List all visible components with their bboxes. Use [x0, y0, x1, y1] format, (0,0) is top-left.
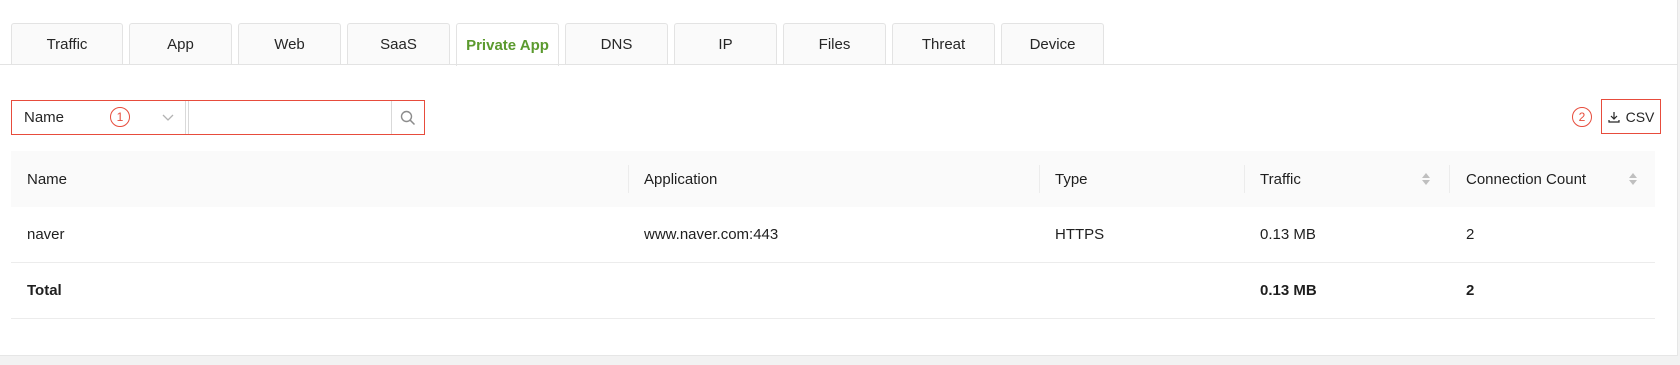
tab-label: SaaS — [380, 36, 417, 53]
table-total-row: Total 0.13 MB 2 — [11, 263, 1655, 319]
tab-traffic[interactable]: Traffic — [11, 23, 123, 65]
column-divider — [628, 165, 629, 193]
tab-web[interactable]: Web — [238, 23, 341, 65]
tab-label: App — [167, 36, 194, 53]
search-input[interactable] — [189, 101, 391, 134]
cell-application: www.naver.com:443 — [644, 226, 779, 243]
tab-files[interactable]: Files — [783, 23, 886, 65]
annotation-marker-2: 2 — [1572, 107, 1592, 127]
total-connection-count: 2 — [1466, 282, 1475, 299]
search-input-wrapper — [188, 101, 392, 134]
tab-private-app[interactable]: Private App — [456, 23, 559, 66]
download-icon — [1607, 111, 1620, 123]
column-divider — [1244, 165, 1245, 193]
column-header-traffic[interactable]: Traffic — [1260, 151, 1301, 207]
column-header-name: Name — [27, 170, 68, 188]
tab-label: Traffic — [46, 36, 88, 53]
private-app-table: Name Application Type Traffic Connection… — [11, 151, 1655, 319]
tab-ip[interactable]: IP — [674, 23, 777, 65]
chevron-down-icon — [162, 114, 174, 121]
table-row: naver www.naver.com:443 HTTPS 0.13 MB 2 — [11, 207, 1655, 263]
cell-type: HTTPS — [1055, 226, 1105, 243]
total-label: Total — [27, 282, 62, 299]
cell-connection-count: 2 — [1466, 226, 1475, 243]
table-header-row: Name Application Type Traffic Connection… — [11, 151, 1655, 207]
cell-traffic: 0.13 MB — [1260, 226, 1316, 243]
tab-label: DNS — [600, 36, 633, 53]
sort-icon[interactable] — [1628, 171, 1638, 187]
report-panel: Traffic App Web SaaS Private App DNS IP … — [0, 0, 1678, 356]
search-bar: Name 1 — [11, 100, 425, 135]
column-divider — [1449, 165, 1450, 193]
search-button[interactable] — [392, 101, 424, 134]
csv-export-button[interactable]: CSV — [1601, 99, 1661, 134]
annotation-marker-1: 1 — [110, 107, 130, 127]
search-icon — [400, 110, 416, 125]
tab-threat[interactable]: Threat — [892, 23, 995, 65]
tab-app[interactable]: App — [129, 23, 232, 65]
tab-label: Device — [1029, 36, 1076, 53]
tab-label: Web — [274, 36, 305, 53]
column-divider — [1039, 165, 1040, 193]
tab-label: Private App — [466, 36, 549, 54]
tab-bar: Traffic App Web SaaS Private App DNS IP … — [11, 23, 1110, 66]
cell-name: naver — [27, 226, 65, 243]
search-field-value: Name — [24, 109, 65, 126]
total-traffic: 0.13 MB — [1260, 282, 1317, 299]
tab-label: Threat — [921, 36, 966, 53]
search-field-select[interactable]: Name 1 — [12, 101, 186, 134]
sort-icon[interactable] — [1421, 171, 1431, 187]
csv-label: CSV — [1625, 108, 1655, 125]
column-header-application: Application — [644, 170, 718, 188]
column-header-connection-count[interactable]: Connection Count — [1466, 151, 1586, 207]
tab-saas[interactable]: SaaS — [347, 23, 450, 65]
tab-label: IP — [718, 36, 733, 53]
tab-label: Files — [818, 36, 851, 53]
tab-dns[interactable]: DNS — [565, 23, 668, 65]
tab-device[interactable]: Device — [1001, 23, 1104, 65]
column-header-type: Type — [1055, 170, 1088, 188]
tab-divider — [0, 64, 1678, 65]
